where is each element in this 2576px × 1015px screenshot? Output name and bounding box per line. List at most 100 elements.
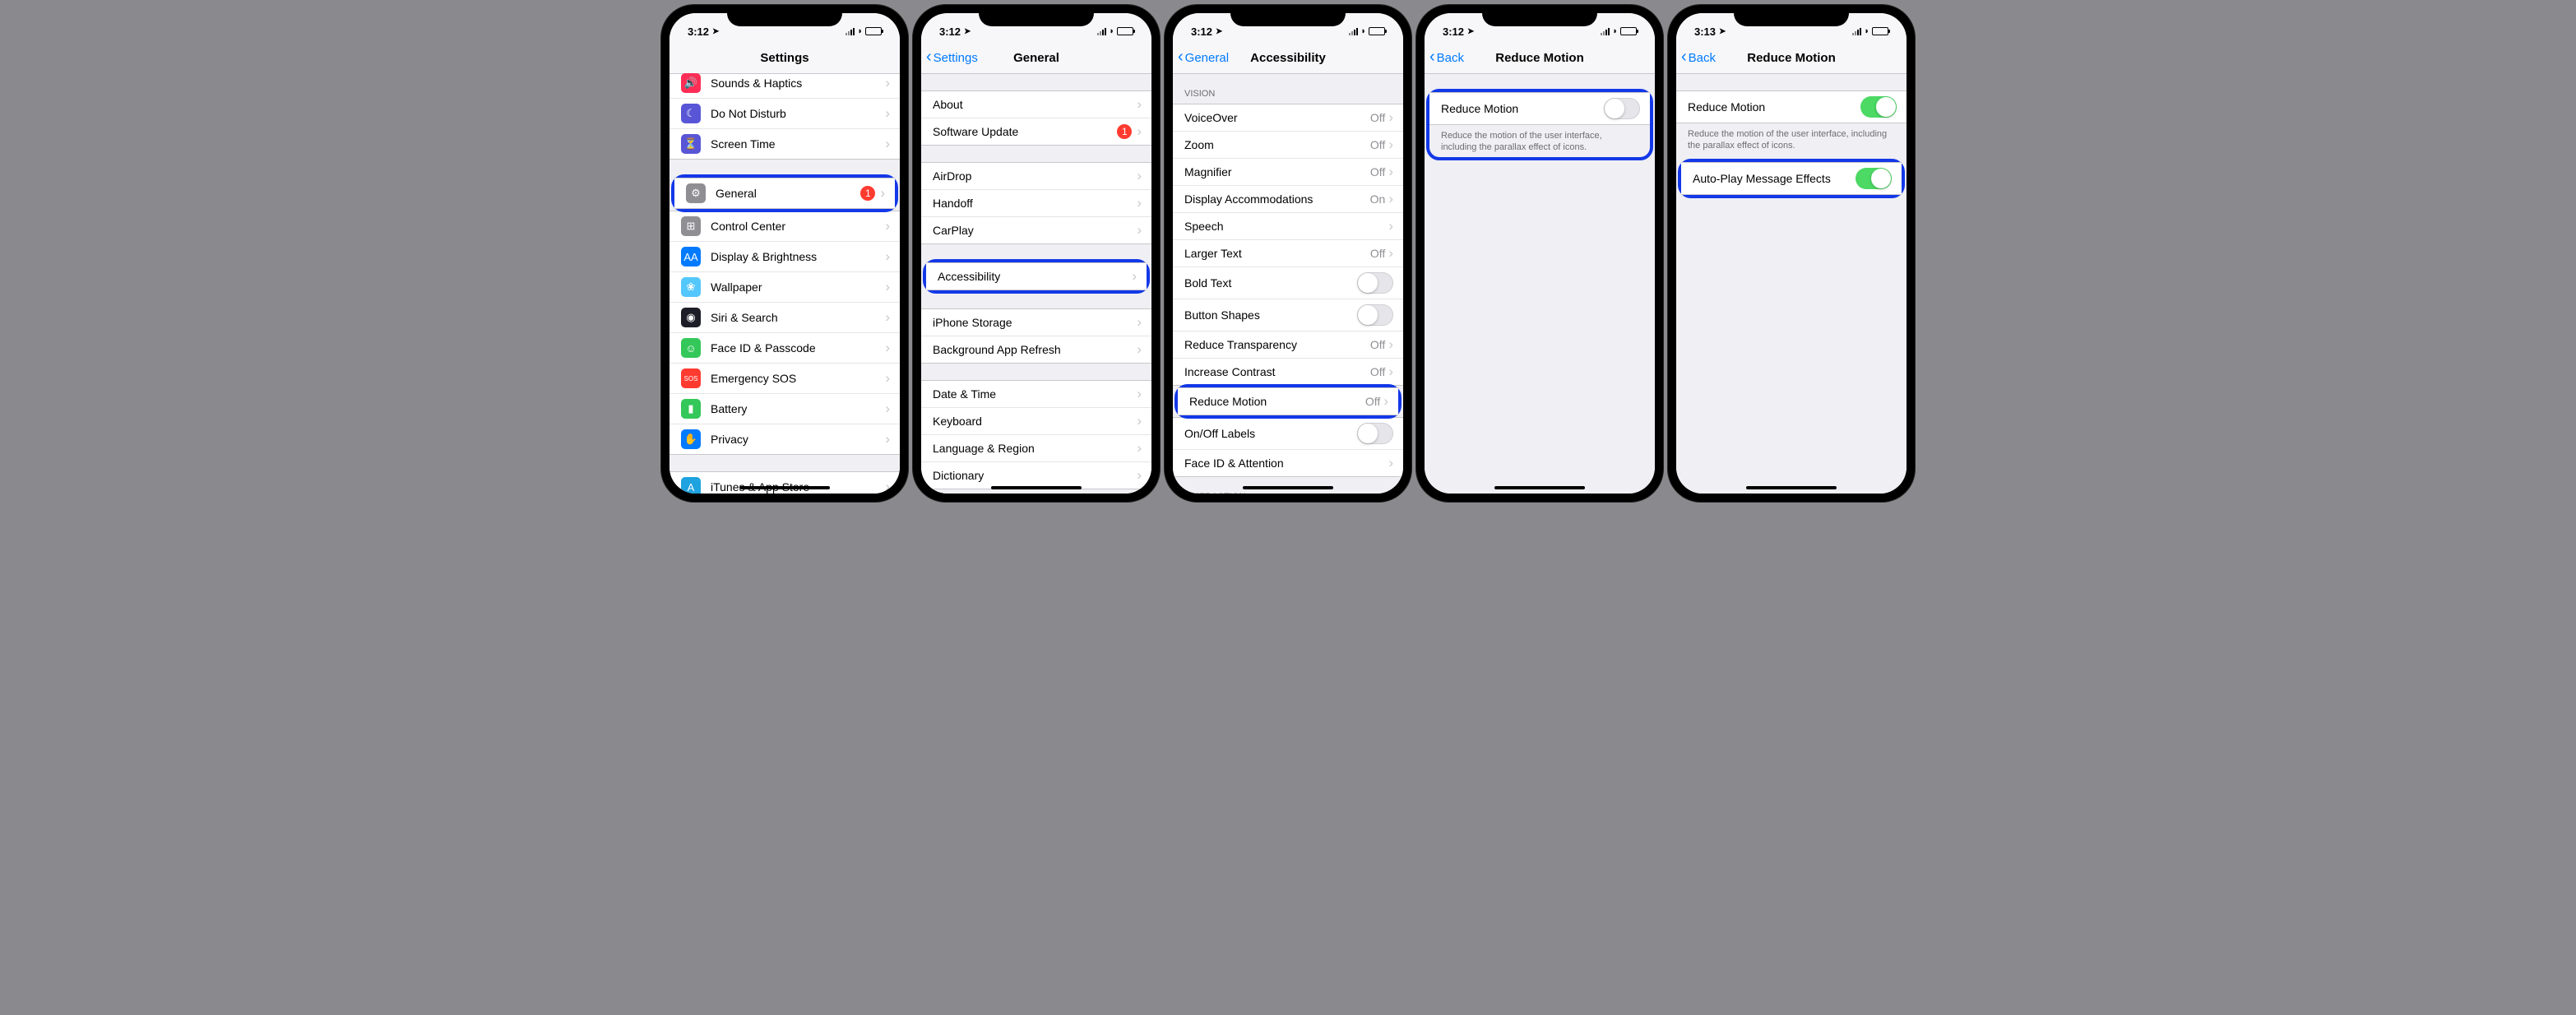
row-reduce-motion[interactable]: Reduce MotionOff› bbox=[1178, 388, 1398, 415]
row-handoff[interactable]: Handoff› bbox=[921, 190, 1151, 217]
privacy-icon: ✋ bbox=[681, 429, 701, 449]
row-control-center[interactable]: ⊞Control Center› bbox=[669, 211, 900, 242]
badge: 1 bbox=[1117, 124, 1132, 139]
row-label: Zoom bbox=[1184, 138, 1370, 151]
row-airdrop[interactable]: AirDrop› bbox=[921, 163, 1151, 190]
row-iphone-storage[interactable]: iPhone Storage› bbox=[921, 309, 1151, 336]
row-label: Increase Contrast bbox=[1184, 365, 1370, 378]
home-indicator[interactable] bbox=[739, 486, 830, 489]
home-indicator[interactable] bbox=[1243, 486, 1333, 489]
toggle-autoplay[interactable] bbox=[1856, 168, 1892, 189]
row-about[interactable]: About› bbox=[921, 91, 1151, 118]
row-increase-contrast[interactable]: Increase ContrastOff› bbox=[1173, 359, 1403, 385]
home-indicator[interactable] bbox=[991, 486, 1082, 489]
row-background-app-refresh[interactable]: Background App Refresh› bbox=[921, 336, 1151, 363]
row-language-region[interactable]: Language & Region› bbox=[921, 435, 1151, 462]
row-screen-time[interactable]: ⏳Screen Time› bbox=[669, 129, 900, 159]
toggle[interactable] bbox=[1357, 272, 1393, 294]
row-reduce-motion[interactable]: Reduce Motion bbox=[1676, 91, 1907, 123]
row-keyboard[interactable]: Keyboard› bbox=[921, 408, 1151, 435]
back-button[interactable]: ‹Settings bbox=[926, 49, 978, 67]
location-icon: ➤ bbox=[1216, 27, 1222, 36]
accessibility-content[interactable]: VISIONVoiceOverOff›ZoomOff›MagnifierOff›… bbox=[1173, 74, 1403, 494]
row-face-id-passcode[interactable]: ☺Face ID & Passcode› bbox=[669, 333, 900, 364]
settings-group: VoiceOverOff›ZoomOff›MagnifierOff›Displa… bbox=[1173, 104, 1403, 386]
toggle[interactable] bbox=[1357, 423, 1393, 444]
row-voiceover[interactable]: VoiceOverOff› bbox=[1173, 104, 1403, 132]
row-do-not-disturb[interactable]: ☾Do Not Disturb› bbox=[669, 99, 900, 129]
toggle-reduce-motion[interactable] bbox=[1860, 96, 1897, 118]
row-accessibility[interactable]: Accessibility› bbox=[926, 263, 1147, 290]
home-indicator[interactable] bbox=[1494, 486, 1585, 489]
settings-content[interactable]: 🔊Sounds & Haptics›☾Do Not Disturb›⏳Scree… bbox=[669, 67, 900, 494]
settings-group: AiTunes & App Store›▭Wallet & Apple Pay› bbox=[669, 471, 900, 494]
row-label: Magnifier bbox=[1184, 165, 1370, 178]
row-battery[interactable]: ▮Battery› bbox=[669, 394, 900, 424]
row-emergency-sos[interactable]: SOSEmergency SOS› bbox=[669, 364, 900, 394]
status-time: 3:12 bbox=[688, 25, 709, 38]
row-general[interactable]: ⚙General1› bbox=[674, 178, 895, 208]
row-display-accommodations[interactable]: Display AccommodationsOn› bbox=[1173, 186, 1403, 213]
chevron-left-icon: ‹ bbox=[926, 48, 932, 67]
battery-icon bbox=[865, 27, 882, 35]
row-label: Handoff bbox=[933, 197, 1137, 210]
notch bbox=[1230, 5, 1346, 26]
row-date-time[interactable]: Date & Time› bbox=[921, 381, 1151, 408]
chevron-right-icon: › bbox=[1137, 413, 1142, 429]
back-button[interactable]: ‹Back bbox=[1681, 49, 1716, 67]
wallpaper-icon: ❀ bbox=[681, 277, 701, 297]
row-larger-text[interactable]: Larger TextOff› bbox=[1173, 240, 1403, 267]
row-label: Reduce Motion bbox=[1688, 100, 1860, 114]
chevron-right-icon: › bbox=[1388, 191, 1393, 207]
row-face-id-attention[interactable]: Face ID & Attention› bbox=[1173, 450, 1403, 476]
row-on-off-labels[interactable]: On/Off Labels bbox=[1173, 418, 1403, 450]
general-content[interactable]: About›Software Update1›AirDrop›Handoff›C… bbox=[921, 74, 1151, 494]
back-button[interactable]: ‹General bbox=[1178, 49, 1229, 67]
row-wallpaper[interactable]: ❀ Wallpaper› bbox=[669, 272, 900, 303]
location-icon: ➤ bbox=[1719, 27, 1726, 36]
row-speech[interactable]: Speech› bbox=[1173, 213, 1403, 240]
row-zoom[interactable]: ZoomOff› bbox=[1173, 132, 1403, 159]
row-carplay[interactable]: CarPlay› bbox=[921, 217, 1151, 243]
chevron-right-icon: › bbox=[1388, 164, 1393, 180]
reduce-motion-content[interactable]: Reduce Motion Reduce the motion of the u… bbox=[1425, 74, 1655, 494]
row-dictionary[interactable]: Dictionary› bbox=[921, 462, 1151, 489]
settings-group: ⊞Control Center›AADisplay & Brightness›❀… bbox=[669, 211, 900, 455]
row-software-update[interactable]: Software Update1› bbox=[921, 118, 1151, 145]
chevron-right-icon: › bbox=[1137, 467, 1142, 484]
row-button-shapes[interactable]: Button Shapes bbox=[1173, 299, 1403, 331]
chevron-right-icon: › bbox=[885, 279, 890, 295]
sos-icon: SOS bbox=[681, 368, 701, 388]
home-indicator[interactable] bbox=[1746, 486, 1837, 489]
row-label: Wallpaper bbox=[711, 280, 885, 294]
chevron-right-icon: › bbox=[885, 136, 890, 152]
reduce-motion-content[interactable]: Reduce Motion Reduce the motion of the u… bbox=[1676, 74, 1907, 494]
row-display-brightness[interactable]: AADisplay & Brightness› bbox=[669, 242, 900, 272]
chevron-left-icon: ‹ bbox=[1681, 48, 1687, 67]
row-magnifier[interactable]: MagnifierOff› bbox=[1173, 159, 1403, 186]
row-reduce-motion[interactable]: Reduce Motion bbox=[1429, 93, 1650, 124]
row-reduce-transparency[interactable]: Reduce TransparencyOff› bbox=[1173, 331, 1403, 359]
row-bold-text[interactable]: Bold Text bbox=[1173, 267, 1403, 299]
row-value: Off bbox=[1370, 111, 1385, 124]
toggle[interactable] bbox=[1357, 304, 1393, 326]
row-autoplay-message-effects[interactable]: Auto-Play Message Effects bbox=[1681, 163, 1902, 194]
row-itunes-app-store[interactable]: AiTunes & App Store› bbox=[669, 472, 900, 494]
toggle-reduce-motion[interactable] bbox=[1604, 98, 1640, 119]
back-button[interactable]: ‹Back bbox=[1429, 49, 1464, 67]
siri-icon: ◉ bbox=[681, 308, 701, 327]
wifi-icon: ◗ bbox=[1360, 26, 1366, 36]
row-label: iPhone Storage bbox=[933, 316, 1137, 329]
signal-icon bbox=[1852, 28, 1861, 35]
screentime-icon: ⏳ bbox=[681, 134, 701, 154]
row-siri-search[interactable]: ◉Siri & Search› bbox=[669, 303, 900, 333]
row-privacy[interactable]: ✋Privacy› bbox=[669, 424, 900, 454]
row-label: Siri & Search bbox=[711, 311, 885, 324]
row-sounds-haptics[interactable]: 🔊Sounds & Haptics› bbox=[669, 68, 900, 99]
row-value: Off bbox=[1370, 165, 1385, 178]
row-label: Accessibility bbox=[938, 270, 1132, 283]
settings-group: On/Off LabelsFace ID & Attention› bbox=[1173, 417, 1403, 477]
wifi-icon: ◗ bbox=[1612, 26, 1618, 36]
status-time: 3:12 bbox=[1443, 25, 1464, 38]
row-label: CarPlay bbox=[933, 224, 1137, 237]
